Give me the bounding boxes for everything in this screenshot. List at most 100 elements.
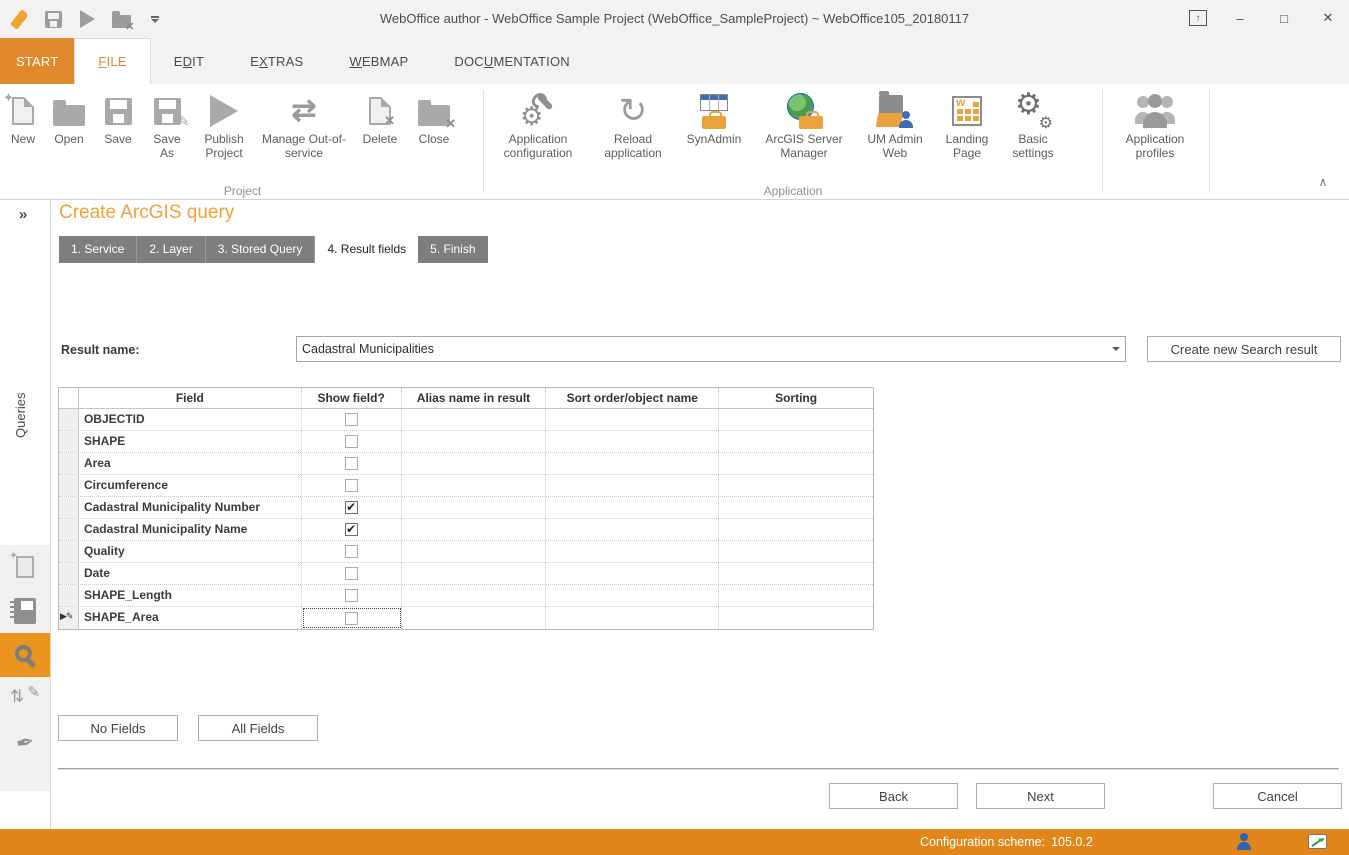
result-name-combobox[interactable]: Cadastral Municipalities bbox=[296, 336, 1126, 362]
arcgis-server-manager-button[interactable]: ArcGIS Server Manager bbox=[752, 88, 856, 162]
show-field-checkbox[interactable] bbox=[345, 589, 358, 602]
sorting-cell[interactable] bbox=[719, 453, 873, 474]
sort-order-cell[interactable] bbox=[546, 519, 719, 540]
show-field-checkbox[interactable] bbox=[345, 612, 358, 625]
all-fields-button[interactable]: All Fields bbox=[198, 715, 318, 741]
table-row[interactable]: Quality bbox=[59, 541, 873, 563]
next-button[interactable]: Next bbox=[976, 783, 1105, 809]
user-icon[interactable] bbox=[1237, 833, 1251, 850]
sorting-cell[interactable] bbox=[719, 497, 873, 518]
sidebar-item-queries[interactable] bbox=[0, 633, 50, 677]
alias-cell[interactable] bbox=[402, 453, 547, 474]
sorting-cell[interactable] bbox=[719, 409, 873, 430]
alias-cell[interactable] bbox=[402, 541, 547, 562]
sorting-cell[interactable] bbox=[719, 563, 873, 584]
table-row[interactable]: SHAPE_Length bbox=[59, 585, 873, 607]
step-finish[interactable]: 5. Finish bbox=[418, 236, 487, 263]
chevron-down-icon[interactable] bbox=[1107, 337, 1125, 361]
table-row[interactable]: SHAPE bbox=[59, 431, 873, 453]
stats-icon[interactable] bbox=[1308, 834, 1327, 849]
step-result-fields[interactable]: 4. Result fields bbox=[315, 236, 418, 263]
sort-order-cell[interactable] bbox=[546, 541, 719, 562]
sort-order-cell[interactable] bbox=[546, 563, 719, 584]
table-row[interactable]: Circumference bbox=[59, 475, 873, 497]
tab-extras[interactable]: EXTRAS bbox=[227, 38, 326, 84]
show-field-checkbox[interactable] bbox=[345, 523, 358, 536]
row-selector-cell[interactable] bbox=[59, 585, 79, 606]
sort-order-cell[interactable] bbox=[546, 585, 719, 606]
show-field-checkbox[interactable] bbox=[345, 545, 358, 558]
alias-cell[interactable] bbox=[402, 475, 547, 496]
save-as-button[interactable]: Save As bbox=[142, 88, 192, 162]
step-stored-query[interactable]: 3. Stored Query bbox=[206, 236, 316, 263]
row-selector-cell[interactable] bbox=[59, 431, 79, 452]
sorting-cell[interactable] bbox=[719, 607, 873, 629]
tab-start[interactable]: START bbox=[0, 38, 74, 84]
sidebar-item-new[interactable] bbox=[0, 545, 50, 589]
sort-order-cell[interactable] bbox=[546, 497, 719, 518]
sort-order-cell[interactable] bbox=[546, 409, 719, 430]
table-row[interactable]: Cadastral Municipality Name bbox=[59, 519, 873, 541]
step-service[interactable]: 1. Service bbox=[59, 236, 137, 263]
pin-window-icon[interactable]: ↑ bbox=[1189, 10, 1207, 26]
tab-documentation[interactable]: DOCUMENTATION bbox=[431, 38, 593, 84]
table-row[interactable]: Cadastral Municipality Number bbox=[59, 497, 873, 519]
row-selector-cell[interactable] bbox=[59, 475, 79, 496]
row-selector-cell[interactable] bbox=[59, 497, 79, 518]
row-selector-cell[interactable] bbox=[59, 563, 79, 584]
show-field-checkbox[interactable] bbox=[345, 435, 358, 448]
sidebar-item-edit[interactable]: ⇅✎ bbox=[0, 677, 50, 721]
table-row[interactable]: Area bbox=[59, 453, 873, 475]
close-icon[interactable]: ✕ bbox=[1317, 8, 1339, 28]
publish-project-button[interactable]: Publish Project bbox=[192, 88, 256, 162]
collapse-ribbon-icon[interactable]: ∧ bbox=[1315, 175, 1331, 189]
create-new-search-result-button[interactable]: Create new Search result bbox=[1147, 336, 1341, 362]
sidebar-item-notebook[interactable] bbox=[0, 589, 50, 633]
cancel-button[interactable]: Cancel bbox=[1213, 783, 1342, 809]
maximize-icon[interactable]: □ bbox=[1273, 8, 1295, 28]
application-configuration-button[interactable]: ⚙ Application configuration bbox=[486, 88, 590, 162]
close-button[interactable]: ✕ Close bbox=[408, 88, 460, 148]
sorting-cell[interactable] bbox=[719, 519, 873, 540]
alias-cell[interactable] bbox=[402, 563, 547, 584]
alias-cell[interactable] bbox=[402, 497, 547, 518]
open-button[interactable]: Open bbox=[44, 88, 94, 148]
sidebar-item-pen[interactable]: ✒ bbox=[0, 721, 50, 765]
table-row[interactable]: Date bbox=[59, 563, 873, 585]
alias-cell[interactable] bbox=[402, 409, 547, 430]
alias-cell[interactable] bbox=[402, 431, 547, 452]
new-button[interactable]: New bbox=[2, 88, 44, 148]
sorting-cell[interactable] bbox=[719, 431, 873, 452]
tab-webmap[interactable]: WEBMAP bbox=[326, 38, 431, 84]
sorting-cell[interactable] bbox=[719, 541, 873, 562]
synadmin-button[interactable]: SynAdmin bbox=[676, 88, 752, 148]
application-profiles-button[interactable]: Application profiles bbox=[1105, 88, 1205, 162]
show-field-checkbox[interactable] bbox=[345, 501, 358, 514]
tab-file[interactable]: FILE bbox=[74, 38, 150, 84]
row-selector-cell[interactable] bbox=[59, 453, 79, 474]
alias-cell[interactable] bbox=[402, 519, 547, 540]
row-selector-cell[interactable] bbox=[59, 409, 79, 430]
table-row[interactable]: SHAPE_Area bbox=[59, 607, 873, 629]
sort-order-cell[interactable] bbox=[546, 453, 719, 474]
show-field-checkbox[interactable] bbox=[345, 413, 358, 426]
back-button[interactable]: Back bbox=[829, 783, 958, 809]
alias-cell[interactable] bbox=[402, 585, 547, 606]
save-button[interactable]: Save bbox=[94, 88, 142, 148]
table-row[interactable]: OBJECTID bbox=[59, 409, 873, 431]
alias-cell[interactable] bbox=[402, 607, 547, 629]
manage-out-of-service-button[interactable]: ⇄ Manage Out-of-service bbox=[256, 88, 352, 162]
delete-button[interactable]: ✕ Delete bbox=[352, 88, 408, 148]
um-admin-web-button[interactable]: UM Admin Web bbox=[856, 88, 934, 162]
step-layer[interactable]: 2. Layer bbox=[137, 236, 205, 263]
reload-application-button[interactable]: ↻ Reload application bbox=[590, 88, 676, 162]
sorting-cell[interactable] bbox=[719, 475, 873, 496]
show-field-checkbox[interactable] bbox=[345, 457, 358, 470]
sort-order-cell[interactable] bbox=[546, 607, 719, 629]
sort-order-cell[interactable] bbox=[546, 431, 719, 452]
row-selector-cell[interactable] bbox=[59, 607, 79, 629]
sort-order-cell[interactable] bbox=[546, 475, 719, 496]
row-selector-cell[interactable] bbox=[59, 541, 79, 562]
no-fields-button[interactable]: No Fields bbox=[58, 715, 178, 741]
landing-page-button[interactable]: Landing Page bbox=[934, 88, 1000, 162]
